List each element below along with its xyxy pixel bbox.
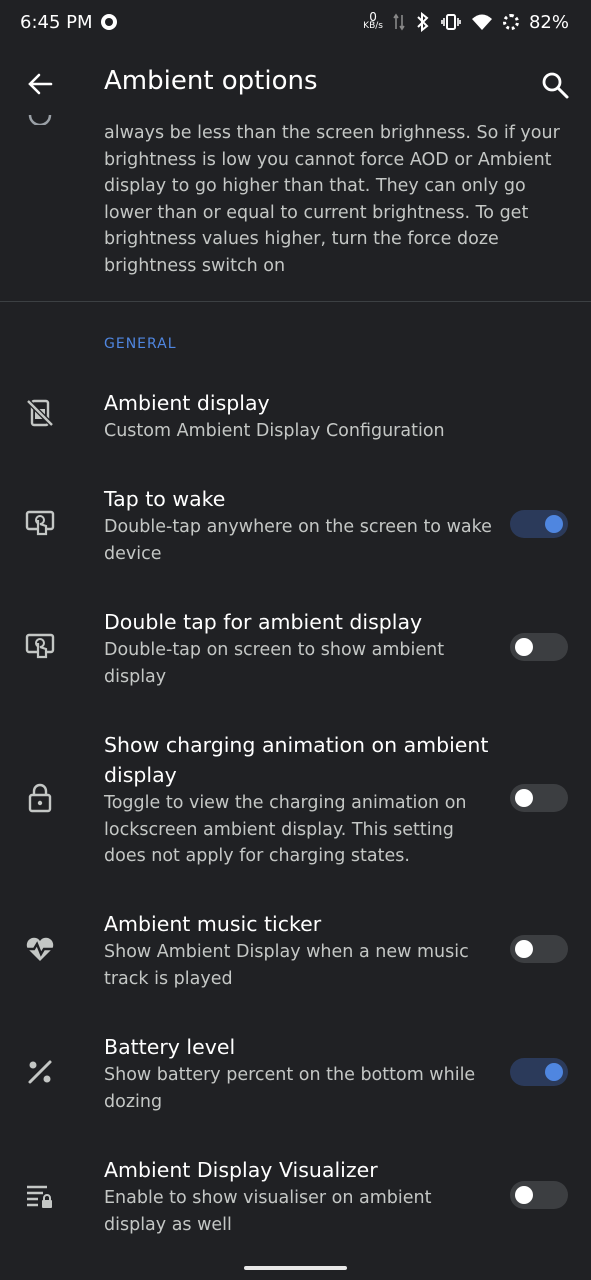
arrow-back-icon[interactable] [26,70,54,98]
tap-screen-icon [24,631,56,663]
pref-text: Tap to wake Double-tap anywhere on the s… [104,484,494,567]
pref-subtitle: Custom Ambient Display Configuration [104,421,445,441]
tap-to-wake-toggle[interactable] [510,510,568,538]
heart-pulse-icon [24,933,56,965]
net-speed: 0 KB/s [363,11,383,31]
pref-title: Tap to wake [104,487,226,511]
status-right: 0 KB/s 82% [363,11,569,33]
toggle-knob [515,789,533,807]
pref-text: Show charging animation on ambient displ… [104,730,494,870]
music-ticker-toggle[interactable] [510,935,568,963]
brightness-description: always be less than the screen brighness… [104,123,560,276]
search-icon[interactable] [540,70,570,100]
double-tap-ambient-toggle[interactable] [510,633,568,661]
app-bar: Ambient options [0,52,591,116]
toggle-knob [515,1186,533,1204]
pref-title: Ambient music ticker [104,912,322,936]
net-speed-unit: KB/s [363,21,383,31]
status-time: 6:45 PM [20,11,93,33]
pref-title: Ambient display [104,391,270,415]
visualizer-lock-icon [24,1179,56,1211]
pref-tap-to-wake[interactable]: Tap to wake Double-tap anywhere on the s… [0,484,591,574]
divider [0,301,591,302]
toggle-knob [515,940,533,958]
pref-subtitle: Show Ambient Display when a new music tr… [104,942,469,989]
pref-ambient-display[interactable]: Ambient display Custom Ambient Display C… [0,388,591,458]
battery-saver-icon [502,14,519,30]
record-icon [100,14,117,30]
doze-off-icon [24,397,56,429]
pref-double-tap-ambient[interactable]: Double tap for ambient display Double-ta… [0,607,591,697]
page-title: Ambient options [104,66,318,96]
toggle-knob [545,1063,563,1081]
battery-percent: 82% [528,11,569,33]
vibrate-icon [441,12,461,32]
pref-title: Double tap for ambient display [104,610,423,634]
wifi-icon [471,13,493,31]
percent-icon [24,1056,56,1088]
pref-subtitle: Toggle to view the charging animation on… [104,793,467,866]
pref-battery-level[interactable]: Battery level Show battery percent on th… [0,1032,591,1122]
pref-text: Ambient music ticker Show Ambient Displa… [104,909,494,992]
brightness-icon [28,105,52,125]
pref-text: Battery level Show battery percent on th… [104,1032,494,1115]
pref-subtitle: Double-tap on screen to show ambient dis… [104,640,445,687]
status-left: 6:45 PM [20,12,117,33]
pref-title: Ambient Display Visualizer [104,1158,378,1182]
pref-music-ticker[interactable]: Ambient music ticker Show Ambient Displa… [0,909,591,999]
lock-icon [24,782,56,814]
pref-title: Battery level [104,1035,236,1059]
tap-screen-icon [24,508,56,540]
data-arrows-icon [393,13,405,31]
home-indicator[interactable] [244,1266,347,1270]
toggle-knob [515,638,533,656]
pref-charging-animation[interactable]: Show charging animation on ambient displ… [0,730,591,870]
visualizer-toggle[interactable] [510,1181,568,1209]
section-header-general: GENERAL [104,336,177,352]
pref-visualizer[interactable]: Ambient Display Visualizer Enable to sho… [0,1155,591,1245]
toggle-knob [545,515,563,533]
pref-title: Show charging animation on ambient displ… [104,733,489,787]
pref-subtitle: Enable to show visualiser on ambient dis… [104,1188,432,1235]
battery-level-toggle[interactable] [510,1058,568,1086]
status-bar: 6:45 PM 0 KB/s 82% [0,0,591,44]
pref-text: Ambient Display Visualizer Enable to sho… [104,1155,494,1238]
pref-text: Ambient display Custom Ambient Display C… [104,388,564,445]
charging-animation-toggle[interactable] [510,784,568,812]
pref-subtitle: Show battery percent on the bottom while… [104,1065,476,1112]
bluetooth-icon [415,12,431,32]
pref-subtitle: Double-tap anywhere on the screen to wak… [104,517,492,564]
pref-text: Double tap for ambient display Double-ta… [104,607,494,690]
